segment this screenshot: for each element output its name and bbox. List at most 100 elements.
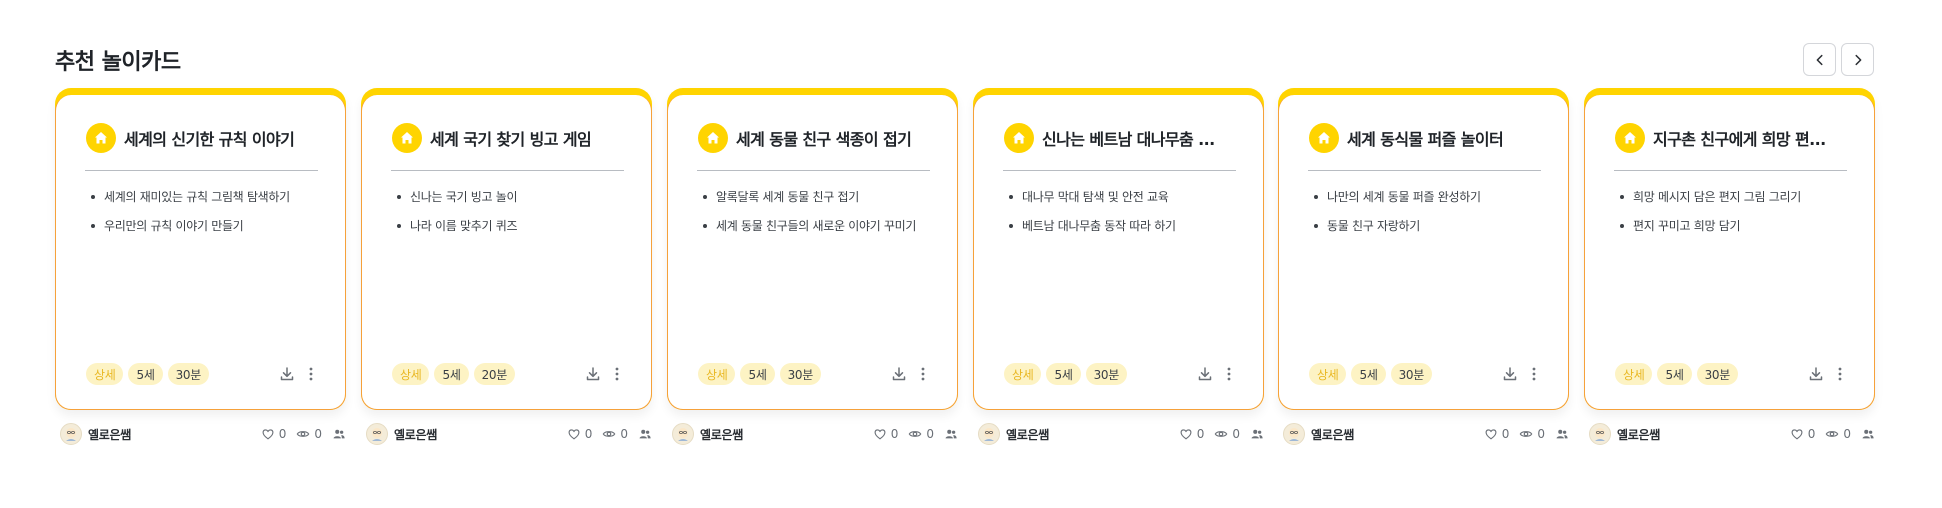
activity-list: 대나무 막대 탐색 및 안전 교육 베트남 대나무춤 동작 따라 하기 [1009, 189, 1243, 247]
avatar[interactable] [366, 423, 388, 445]
eye-icon [602, 427, 616, 441]
tag-detail: 상세 [1309, 363, 1347, 385]
tag-duration: 30분 [779, 363, 821, 385]
activity-item: 나만의 세계 동물 퍼즐 완성하기 [1314, 189, 1548, 205]
play-card[interactable]: 세계 동식물 퍼즐 놀이터 나만의 세계 동물 퍼즐 완성하기 동물 친구 자랑… [1278, 88, 1569, 410]
eye-icon [1214, 427, 1228, 441]
heart-icon[interactable] [261, 427, 275, 441]
download-icon[interactable] [1808, 366, 1824, 382]
home-icon [1615, 123, 1645, 153]
author-name[interactable]: 옐로은쌤 [88, 426, 131, 443]
activity-item: 동물 친구 자랑하기 [1314, 218, 1548, 234]
more-options-icon[interactable] [303, 366, 319, 382]
users-icon [944, 427, 958, 441]
avatar[interactable] [978, 423, 1000, 445]
card-title: 세계 동식물 퍼즐 놀이터 [1347, 130, 1504, 149]
more-options-icon[interactable] [1221, 366, 1237, 382]
more-options-icon[interactable] [609, 366, 625, 382]
avatar[interactable] [1589, 423, 1611, 445]
tag-age: 5세 [128, 363, 163, 385]
tag-age: 5세 [1657, 363, 1692, 385]
activity-item: 나라 이름 맞추기 퀴즈 [397, 218, 631, 234]
play-card[interactable]: 신나는 베트남 대나무춤 ... 대나무 막대 탐색 및 안전 교육 베트남 대… [973, 88, 1264, 410]
card-divider [85, 170, 318, 171]
avatar[interactable] [60, 423, 82, 445]
tag-duration: 30분 [1085, 363, 1127, 385]
play-card[interactable]: 세계 국기 찾기 빙고 게임 신나는 국기 빙고 놀이 나라 이름 맞추기 퀴즈… [361, 88, 652, 410]
like-count: 0 [1501, 427, 1510, 441]
chevron-left-icon [1816, 54, 1823, 65]
users-icon [1250, 427, 1264, 441]
heart-icon[interactable] [567, 427, 581, 441]
author-name[interactable]: 옐로은쌤 [394, 426, 437, 443]
play-card[interactable]: 세계의 신기한 규칙 이야기 세계의 재미있는 규칙 그림책 탐색하기 우리만의… [55, 88, 346, 410]
users-icon [1861, 427, 1875, 441]
card-title: 신나는 베트남 대나무춤 ... [1042, 130, 1215, 149]
tag-detail: 상세 [86, 363, 124, 385]
activity-item: 대나무 막대 탐색 및 안전 교육 [1009, 189, 1243, 205]
heart-icon[interactable] [873, 427, 887, 441]
chevron-right-icon [1854, 54, 1861, 65]
download-icon[interactable] [1502, 366, 1518, 382]
home-icon [1004, 123, 1034, 153]
activity-item: 베트남 대나무춤 동작 따라 하기 [1009, 218, 1243, 234]
more-options-icon[interactable] [915, 366, 931, 382]
tag-age: 5세 [1351, 363, 1386, 385]
home-icon [1309, 123, 1339, 153]
activity-item: 세계 동물 친구들의 새로운 이야기 꾸미기 [703, 218, 937, 234]
view-count: 0 [1232, 427, 1240, 441]
play-card-column: 세계 국기 찾기 빙고 게임 신나는 국기 빙고 놀이 나라 이름 맞추기 퀴즈… [361, 88, 652, 448]
view-count: 0 [1537, 427, 1545, 441]
like-count: 0 [584, 427, 593, 441]
tag-detail: 상세 [1004, 363, 1042, 385]
download-icon[interactable] [891, 366, 907, 382]
card-divider [391, 170, 624, 171]
card-carousel: 세계의 신기한 규칙 이야기 세계의 재미있는 규칙 그림책 탐색하기 우리만의… [55, 88, 1875, 448]
heart-icon[interactable] [1790, 427, 1804, 441]
activity-item: 알록달록 세계 동물 친구 접기 [703, 189, 937, 205]
users-icon [332, 427, 346, 441]
author-name[interactable]: 옐로은쌤 [1617, 426, 1660, 443]
view-count: 0 [620, 427, 628, 441]
tag-duration: 20분 [473, 363, 515, 385]
users-icon [638, 427, 652, 441]
download-icon[interactable] [1197, 366, 1213, 382]
download-icon[interactable] [585, 366, 601, 382]
card-title: 세계 동물 친구 색종이 접기 [736, 130, 912, 149]
activity-item: 신나는 국기 빙고 놀이 [397, 189, 631, 205]
activity-list: 세계의 재미있는 규칙 그림책 탐색하기 우리만의 규칙 이야기 만들기 [91, 189, 325, 247]
author-name[interactable]: 옐로은쌤 [1311, 426, 1354, 443]
like-count: 0 [890, 427, 899, 441]
tag-duration: 30분 [1696, 363, 1738, 385]
activity-item: 희망 메시지 담은 편지 그림 그리기 [1620, 189, 1854, 205]
view-count: 0 [1843, 427, 1851, 441]
play-card-column: 세계 동물 친구 색종이 접기 알록달록 세계 동물 친구 접기 세계 동물 친… [667, 88, 958, 448]
carousel-next-button[interactable] [1841, 43, 1874, 76]
play-card[interactable]: 세계 동물 친구 색종이 접기 알록달록 세계 동물 친구 접기 세계 동물 친… [667, 88, 958, 410]
section-title: 추천 놀이카드 [55, 50, 181, 75]
play-card[interactable]: 지구촌 친구에게 희망 편... 희망 메시지 담은 편지 그림 그리기 편지 … [1584, 88, 1875, 410]
view-count: 0 [926, 427, 934, 441]
download-icon[interactable] [279, 366, 295, 382]
card-divider [697, 170, 930, 171]
avatar[interactable] [672, 423, 694, 445]
avatar[interactable] [1283, 423, 1305, 445]
eye-icon [1825, 427, 1839, 441]
card-divider [1308, 170, 1541, 171]
more-options-icon[interactable] [1832, 366, 1848, 382]
play-card-column: 세계 동식물 퍼즐 놀이터 나만의 세계 동물 퍼즐 완성하기 동물 친구 자랑… [1278, 88, 1569, 448]
home-icon [698, 123, 728, 153]
more-options-icon[interactable] [1526, 366, 1542, 382]
heart-icon[interactable] [1484, 427, 1498, 441]
card-title: 세계의 신기한 규칙 이야기 [124, 130, 295, 149]
eye-icon [296, 427, 310, 441]
play-card-column: 신나는 베트남 대나무춤 ... 대나무 막대 탐색 및 안전 교육 베트남 대… [973, 88, 1264, 448]
card-title: 세계 국기 찾기 빙고 게임 [430, 130, 592, 149]
home-icon [86, 123, 116, 153]
activity-list: 알록달록 세계 동물 친구 접기 세계 동물 친구들의 새로운 이야기 꾸미기 [703, 189, 937, 247]
carousel-prev-button[interactable] [1803, 43, 1836, 76]
card-divider [1614, 170, 1847, 171]
author-name[interactable]: 옐로은쌤 [700, 426, 743, 443]
author-name[interactable]: 옐로은쌤 [1006, 426, 1049, 443]
heart-icon[interactable] [1179, 427, 1193, 441]
